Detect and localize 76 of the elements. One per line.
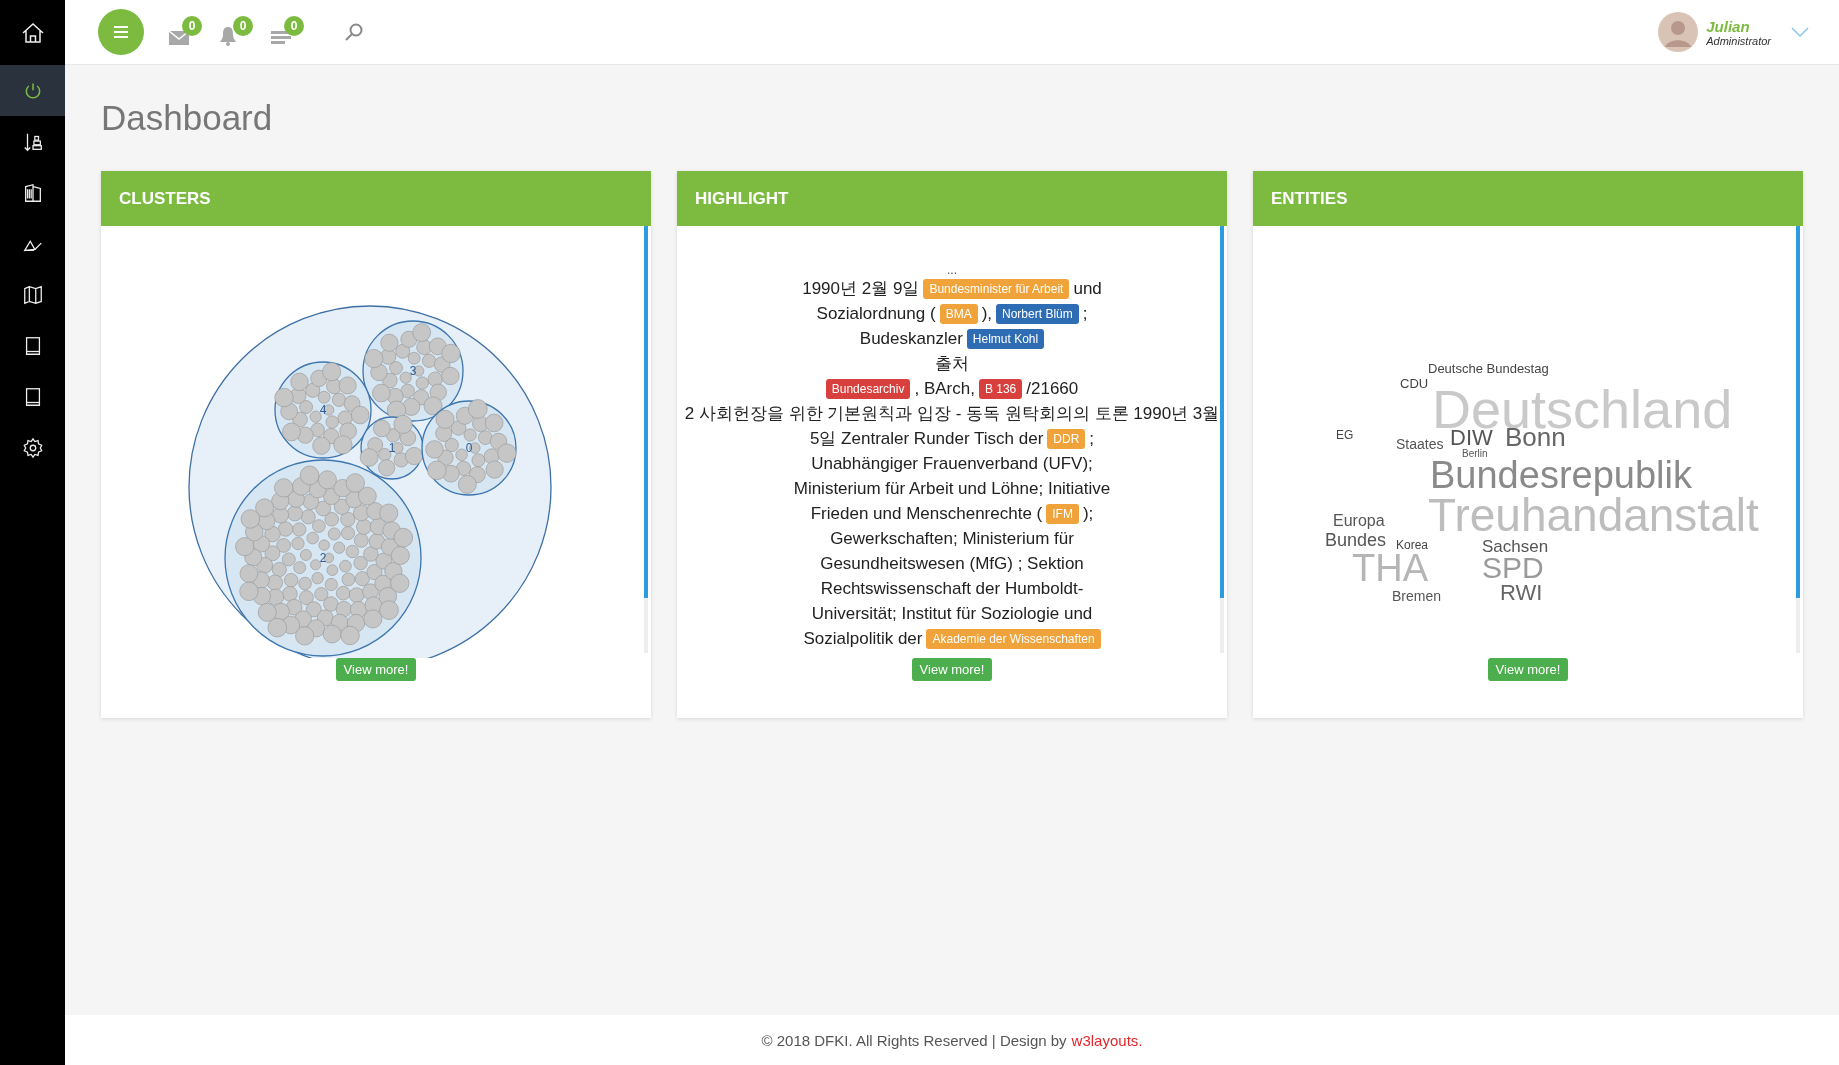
highlight-text: Frieden und Menschenrechte ( — [810, 503, 1043, 525]
cloud-word[interactable]: Sachsen — [1482, 539, 1549, 556]
chevron-down-icon[interactable] — [1791, 27, 1809, 37]
cloud-word[interactable]: RWI — [1500, 582, 1543, 604]
highlight-text: , BArch, — [914, 378, 975, 400]
entity-tag[interactable]: Bundesarchiv — [825, 378, 911, 399]
highlight-text: ), — [981, 303, 993, 325]
cloud-word[interactable]: Berlin — [1462, 448, 1488, 459]
scrollbar[interactable] — [644, 226, 648, 598]
view-more-button[interactable]: View more! — [911, 658, 993, 681]
cloud-word[interactable]: EG — [1336, 429, 1354, 442]
entity-tag[interactable]: B 136 — [978, 378, 1023, 399]
cluster-label: 4 — [319, 403, 327, 417]
scrollbar[interactable] — [1220, 226, 1224, 598]
cloud-word[interactable]: Korea — [1396, 539, 1429, 552]
notification-badge: 0 — [284, 16, 304, 36]
highlight-text: Unabhängiger Frauenverband (UFV); — [811, 453, 1093, 475]
cloud-word[interactable]: Europa — [1333, 513, 1385, 529]
highlight-text: Gewerkschaften; Ministerium für — [830, 528, 1074, 550]
highlight-text: Rechtswissenschaft der Humboldt- — [820, 578, 1084, 600]
view-more-button[interactable]: View more! — [335, 658, 417, 681]
user-role: Administrator — [1706, 34, 1771, 47]
ellipsis-text: ... — [946, 264, 958, 276]
highlight-text: ; — [1089, 428, 1095, 450]
menu-button[interactable] — [98, 9, 144, 55]
page-title: Dashboard — [101, 97, 274, 139]
highlight-text: Gesundheitswesen (MfG) ; Sektion — [820, 553, 1084, 575]
notification-badge: 0 — [233, 16, 253, 36]
cloud-word[interactable]: DIW — [1450, 427, 1493, 449]
bell-icon[interactable] — [219, 26, 237, 46]
entity-tag[interactable]: Helmut Kohl — [966, 328, 1045, 349]
search-icon[interactable] — [344, 22, 364, 42]
cluster-label: 2 — [319, 551, 327, 565]
menu-icon — [113, 25, 129, 39]
envelope-icon[interactable] — [168, 28, 190, 46]
highlight-text: 1990년 2월 9일 — [802, 278, 920, 300]
cloud-word[interactable]: SPD — [1482, 553, 1544, 583]
card-title: HIGHLIGHT — [695, 188, 789, 209]
list-icon[interactable] — [270, 28, 292, 46]
map-icon — [21, 283, 44, 306]
cluster-label: 3 — [409, 364, 417, 378]
highlight-text: /21660 — [1026, 378, 1079, 400]
notification-badge: 0 — [182, 16, 202, 36]
cloud-word[interactable]: Deutsche Bundestag — [1428, 362, 1549, 375]
avatar-icon[interactable] — [1658, 12, 1699, 52]
card-title: CLUSTERS — [119, 188, 211, 209]
highlight-text: Budeskanzler — [859, 328, 963, 350]
cluster-circle[interactable] — [359, 414, 424, 480]
cluster-label: 0 — [465, 441, 473, 455]
highlight-text: und — [1073, 278, 1102, 300]
copyright-text: © 2018 DFKI. All Rights Reserved | Design by — [761, 1031, 1067, 1049]
highlight-text: 출처 — [935, 353, 969, 375]
entity-tag[interactable]: Norbert Blüm — [996, 303, 1079, 324]
cluster-circle[interactable] — [421, 399, 517, 496]
view-more-button[interactable]: View more! — [1487, 658, 1569, 681]
cluster-label: 1 — [388, 441, 396, 455]
cloud-word[interactable]: Staates — [1396, 437, 1444, 451]
settings-icon — [21, 436, 44, 459]
designer-link[interactable]: w3layouts. — [1071, 1031, 1143, 1049]
cluster-circle[interactable] — [224, 459, 422, 657]
cloud-word[interactable]: Bremen — [1392, 589, 1442, 603]
highlight-text: 5일 Zentraler Runder Tisch der — [809, 428, 1044, 450]
cluster-circle[interactable] — [274, 361, 372, 459]
highlight-text: Sozialpolitik der — [803, 628, 923, 650]
highlight-text: ); — [1082, 503, 1094, 525]
highlight-text: Universität; Institut für Soziologie und — [811, 603, 1093, 625]
highlight-text: ; — [1082, 303, 1088, 325]
cloud-word[interactable]: Bundes — [1325, 532, 1387, 550]
highlight-text: Sozialordnung ( — [816, 303, 936, 325]
home-icon — [20, 20, 45, 45]
highlight-text: Ministerium für Arbeit und Löhne; Initiative — [793, 478, 1111, 500]
cloud-word[interactable]: Bundesrepublik — [1430, 456, 1692, 494]
scrollbar[interactable] — [1796, 226, 1800, 598]
highlight-text: 2 사회헌장을 위한 기본원칙과 입장 - 동독 원탁회의의 토론 1990년 3월 — [684, 403, 1220, 425]
card-title: ENTITIES — [1271, 188, 1348, 209]
cloud-word[interactable]: CDU — [1400, 377, 1429, 390]
